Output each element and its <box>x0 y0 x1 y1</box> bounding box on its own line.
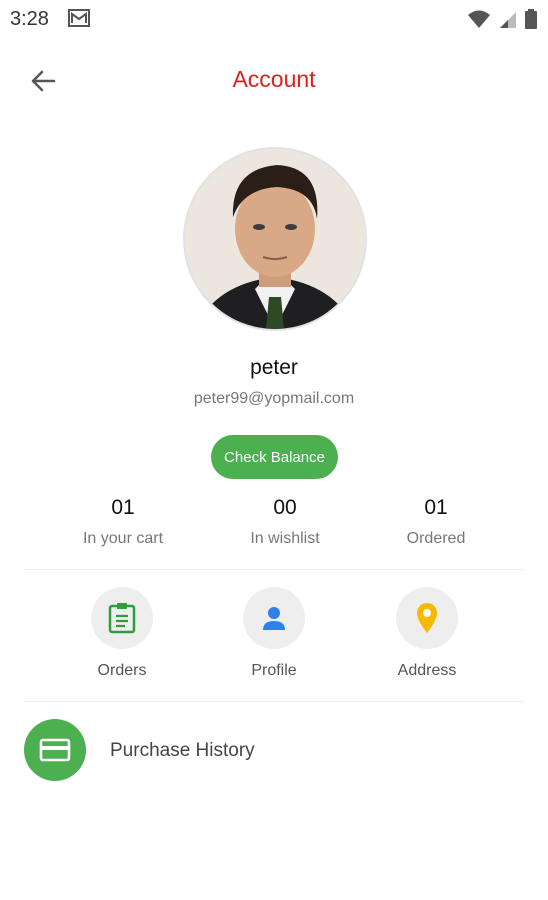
stat-ordered[interactable]: 01 Ordered <box>361 496 511 548</box>
stat-value: 01 <box>424 496 448 519</box>
mail-icon <box>68 9 90 27</box>
stat-cart[interactable]: 01 In your cart <box>48 496 198 548</box>
app-bar: Account <box>0 48 548 112</box>
clipboard-icon <box>108 603 136 634</box>
purchase-history-row[interactable]: Purchase History <box>24 719 524 781</box>
address-button[interactable]: Address <box>352 587 502 680</box>
divider <box>24 569 524 570</box>
status-icons <box>465 8 538 30</box>
page-title: Account <box>232 66 316 92</box>
profile-label: Profile <box>251 662 297 679</box>
user-email: peter99@yopmail.com <box>193 390 355 407</box>
wifi-icon <box>468 10 491 28</box>
profile-photo <box>185 149 365 329</box>
status-time: 3:28 <box>10 8 49 30</box>
address-label: Address <box>397 662 457 679</box>
address-icon-circle <box>396 587 458 649</box>
person-icon <box>263 607 285 630</box>
orders-icon-circle <box>91 587 153 649</box>
stat-wishlist[interactable]: 00 In wishlist <box>210 496 360 548</box>
avatar <box>183 147 367 331</box>
purchase-history-icon-circle <box>24 719 86 781</box>
stat-label: Ordered <box>406 530 466 547</box>
credit-card-icon <box>39 738 71 762</box>
stat-value: 01 <box>111 496 135 519</box>
battery-icon <box>525 9 537 29</box>
check-balance-button[interactable]: Check Balance <box>211 435 338 479</box>
stat-label: In your cart <box>82 530 164 547</box>
location-pin-icon <box>417 603 437 633</box>
user-name: peter <box>250 356 298 379</box>
divider <box>24 701 524 702</box>
orders-button[interactable]: Orders <box>47 587 197 680</box>
status-bar: 3:28 <box>0 0 548 40</box>
purchase-history-label: Purchase History <box>110 740 255 761</box>
profile-button[interactable]: Profile <box>199 587 349 680</box>
stat-value: 00 <box>273 496 297 519</box>
signal-icon <box>499 12 516 28</box>
profile-icon-circle <box>243 587 305 649</box>
orders-label: Orders <box>97 662 147 679</box>
stat-label: In wishlist <box>250 530 320 547</box>
